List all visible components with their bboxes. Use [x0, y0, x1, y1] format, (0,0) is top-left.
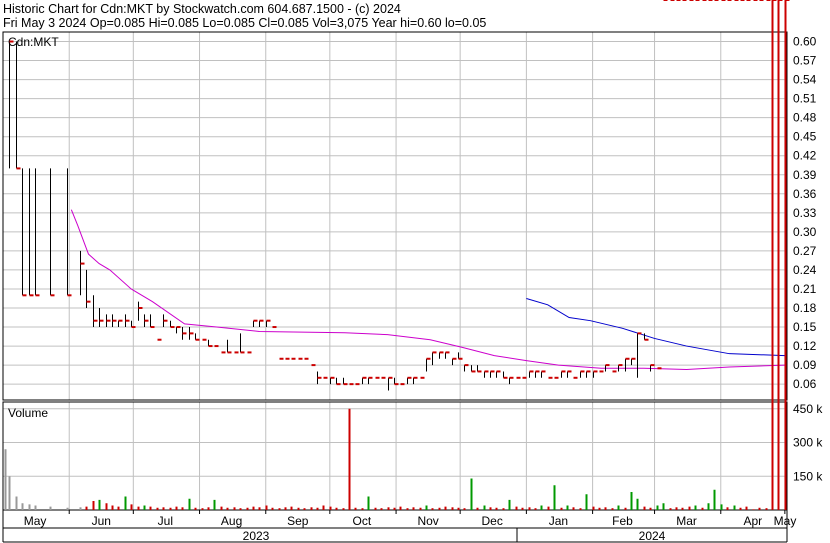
price-tick-label: 0.30 — [793, 225, 817, 239]
month-label: Sep — [287, 514, 309, 528]
month-label: May — [774, 514, 797, 528]
month-label: Mar — [676, 514, 697, 528]
price-tick-label: 0.24 — [793, 263, 817, 277]
month-label: Dec — [482, 514, 503, 528]
price-tick-label: 0.09 — [793, 358, 817, 372]
month-label: Apr — [743, 514, 762, 528]
volume-panel-title: Volume — [8, 406, 48, 420]
price-tick-label: 0.42 — [793, 149, 817, 163]
year-label-2023: 2023 — [243, 529, 270, 543]
price-tick-label: 0.51 — [793, 92, 817, 106]
price-tick-label: 0.18 — [793, 301, 817, 315]
price-tick-label: 0.12 — [793, 339, 817, 353]
month-label: Jan — [549, 514, 568, 528]
volume-tick-label: 450 k — [793, 402, 823, 416]
price-tick-label: 0.06 — [793, 377, 817, 391]
month-label: Jul — [158, 514, 173, 528]
month-label: Aug — [221, 514, 242, 528]
volume-tick-label: 300 k — [793, 436, 823, 450]
month-label: May — [24, 514, 47, 528]
price-tick-label: 0.27 — [793, 244, 817, 258]
price-tick-label: 0.15 — [793, 320, 817, 334]
price-tick-label: 0.39 — [793, 168, 817, 182]
volume-y-axis: 450 k 300 k 150 k — [793, 402, 823, 484]
volume-tick-label: 150 k — [793, 469, 823, 483]
price-panel-title: Cdn:MKT — [8, 35, 59, 49]
month-label: Nov — [417, 514, 438, 528]
price-tick-label: 0.21 — [793, 282, 817, 296]
price-tick-label: 0.48 — [793, 111, 817, 125]
stock-chart: Historic Chart for Cdn:MKT by Stockwatch… — [0, 0, 830, 543]
price-tick-label: 0.33 — [793, 206, 817, 220]
year-label-2024: 2024 — [639, 529, 666, 543]
month-label: Jun — [92, 514, 111, 528]
month-label: Feb — [612, 514, 633, 528]
chart-header-line2: Fri May 3 2024 Op=0.085 Hi=0.085 Lo=0.08… — [3, 16, 486, 30]
price-tick-label: 0.54 — [793, 73, 817, 87]
chart-header-line1: Historic Chart for Cdn:MKT by Stockwatch… — [3, 2, 401, 16]
chart-background — [0, 0, 830, 543]
month-label: Oct — [353, 514, 372, 528]
price-tick-label: 0.36 — [793, 187, 817, 201]
price-tick-label: 0.45 — [793, 130, 817, 144]
price-tick-label: 0.57 — [793, 54, 817, 68]
price-tick-label: 0.60 — [793, 35, 817, 49]
